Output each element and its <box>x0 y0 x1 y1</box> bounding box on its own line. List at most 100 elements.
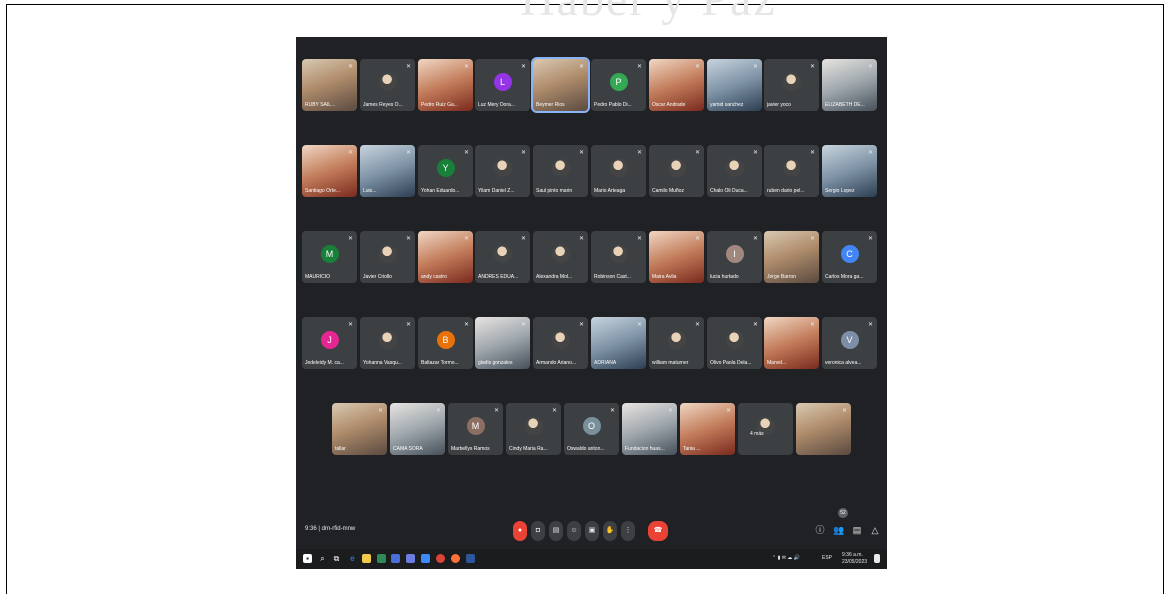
participant-count-badge: 52 <box>838 508 848 518</box>
mic-muted-icon: ✕ <box>809 64 815 70</box>
store-icon[interactable] <box>406 554 415 563</box>
participant-avatar <box>551 158 570 177</box>
chat-icon[interactable]: ▤ <box>851 523 863 537</box>
participant-initial-avatar: C <box>840 244 859 263</box>
participant-name: ADRIANA <box>594 360 617 366</box>
participant-tile[interactable]: ✕ Beymer Rios <box>531 57 590 113</box>
participant-tile[interactable]: ✕ Jorge Barron <box>764 231 819 283</box>
participant-tile[interactable]: B ✕ Baltazar Tormo... <box>418 317 473 369</box>
participant-tile[interactable]: Y ✕ Yohan Eduardo... <box>418 145 473 197</box>
participant-tile[interactable]: ✕ Camilo Muñoz <box>649 145 704 197</box>
participant-tile[interactable]: V ✕ veronica alvea... <box>822 317 877 369</box>
participant-tile[interactable]: 4 más <box>738 403 793 455</box>
participant-tile[interactable]: ✕ Alexandra Mol... <box>533 231 588 283</box>
emoji-button[interactable]: ☺ <box>567 521 581 541</box>
participant-tile[interactable]: ✕ Marvel... <box>764 317 819 369</box>
participant-tile[interactable]: ✕ javier yoco <box>764 59 819 111</box>
notifications-icon[interactable] <box>874 554 880 563</box>
participant-tile[interactable]: l ✕ lucia hurtado <box>707 231 762 283</box>
participant-avatar <box>493 244 512 263</box>
outlook-icon[interactable] <box>466 554 475 563</box>
participant-tile[interactable]: ✕ ADRIANA <box>591 317 646 369</box>
captions-button[interactable]: ▤ <box>549 521 563 541</box>
participant-tile[interactable]: ✕ yamid sanchez <box>707 59 762 111</box>
participant-tile[interactable]: ✕ Santiago Orte... <box>302 145 357 197</box>
windows-taskbar: ▪ ⌕ ⧉ e ⌃ ▮ ✉ ☁ 🔊 ESP 9:36 a.m. 23/05/20… <box>296 549 887 569</box>
participant-tile[interactable]: ✕ RUBY SAIL... <box>302 59 357 111</box>
participant-tile[interactable]: ✕ Tania ... <box>680 403 735 455</box>
participant-tile[interactable]: ✕ James Reyes O... <box>360 59 415 111</box>
mic-muted-icon: ✕ <box>377 408 383 414</box>
participant-tile[interactable]: ✕ Fundacion huas... <box>622 403 677 455</box>
mic-muted-icon: ✕ <box>551 408 557 414</box>
participant-tile[interactable]: ✕ gladis gonzales <box>475 317 530 369</box>
participant-tile[interactable]: ✕ Mario Arteaga <box>591 145 646 197</box>
mic-muted-icon: ✕ <box>347 322 353 328</box>
mic-muted-icon: ✕ <box>405 64 411 70</box>
more-options-button[interactable]: ⋮ <box>621 521 635 541</box>
participant-tile[interactable]: C ✕ Carlos Mora ga... <box>822 231 877 283</box>
windows-start-icon[interactable]: ▪ <box>303 554 312 563</box>
participant-tile[interactable]: ✕ Cindy Maria Ra... <box>506 403 561 455</box>
participant-name: yamid sanchez <box>710 102 744 108</box>
app-icon[interactable] <box>421 554 430 563</box>
participant-tile[interactable]: M ✕ Marbellys Ramos <box>448 403 503 455</box>
mic-muted-icon: ✕ <box>752 236 758 242</box>
camera-button[interactable]: ◘ <box>531 521 545 541</box>
chrome-icon[interactable] <box>436 554 445 563</box>
mic-muted-icon: ✕ <box>667 408 673 414</box>
participant-tile[interactable]: ✕ Robinson Cast... <box>591 231 646 283</box>
participant-name: Saul pinto marin <box>536 188 573 194</box>
leave-call-button[interactable]: ☎ <box>648 521 668 541</box>
raise-hand-button[interactable]: ✋ <box>603 521 617 541</box>
participant-tile[interactable]: ✕ Oscar Andrade <box>649 59 704 111</box>
info-icon[interactable]: ⓘ <box>814 523 826 537</box>
participant-tile[interactable]: M ✕ MAURICIO <box>302 231 357 283</box>
participant-tile[interactable]: ✕ Javier Criollo <box>360 231 415 283</box>
participant-tile[interactable]: ✕ CAMA SORA <box>390 403 445 455</box>
participant-tile[interactable]: ✕ andy castro <box>418 231 473 283</box>
participant-initial-avatar: M <box>320 244 339 263</box>
firefox-icon[interactable] <box>451 554 460 563</box>
participant-tile[interactable]: L ✕ Luz Mery Dora... <box>475 59 530 111</box>
participant-name: Jedeleidy M. ca... <box>305 360 344 366</box>
participant-tile[interactable]: ✕ Olivo Paola Dela... <box>707 317 762 369</box>
participant-tile[interactable]: ✕ ELIZABETH DE... <box>822 59 877 111</box>
participant-tile[interactable]: P ✕ Pedro Pablo Di... <box>591 59 646 111</box>
search-icon[interactable]: ⌕ <box>318 554 327 563</box>
file-explorer-icon[interactable] <box>362 554 371 563</box>
participant-tile[interactable]: ✕ Sergio Lopez <box>822 145 877 197</box>
activities-icon[interactable]: △ <box>869 523 881 537</box>
tray-icons[interactable]: ⌃ ▮ ✉ ☁ 🔊 <box>772 555 800 562</box>
task-view-icon[interactable]: ⧉ <box>332 554 341 563</box>
word-icon[interactable] <box>391 554 400 563</box>
mic-muted-icon: ✕ <box>347 236 353 242</box>
mic-off-button[interactable]: ● <box>513 521 527 541</box>
excel-icon[interactable] <box>377 554 386 563</box>
participant-name: Luz Mery Dora... <box>478 102 515 108</box>
participant-tile[interactable]: ✕ tallar <box>332 403 387 455</box>
participant-tile[interactable]: ✕ Chalo Oli Duca... <box>707 145 762 197</box>
mic-muted-icon: ✕ <box>493 408 499 414</box>
participant-tile[interactable]: ✕ Yilam Daniel Z... <box>475 145 530 197</box>
participant-tile[interactable]: O ✕ Oswaldo anton... <box>564 403 619 455</box>
present-button[interactable]: ▣ <box>585 521 599 541</box>
mic-muted-icon: ✕ <box>463 322 469 328</box>
participant-tile[interactable]: ✕ william maturner <box>649 317 704 369</box>
meeting-time: 9:36 <box>305 526 317 532</box>
participant-tile[interactable]: ✕ Armando Ariano... <box>533 317 588 369</box>
participant-initial-avatar: M <box>466 416 485 435</box>
participant-tile[interactable]: ✕ Luis... <box>360 145 415 197</box>
edge-icon[interactable]: e <box>348 554 357 563</box>
participant-tile[interactable]: ✕ ruben dario pel... <box>764 145 819 197</box>
participant-tile[interactable]: ✕ Pedro Ruiz Ga... <box>418 59 473 111</box>
participant-tile[interactable]: J ✕ Jedeleidy M. ca... <box>302 317 357 369</box>
participant-tile[interactable]: ✕ <box>796 403 851 455</box>
participant-avatar <box>493 158 512 177</box>
participant-tile[interactable]: ✕ Maira Avila <box>649 231 704 283</box>
participant-tile[interactable]: ✕ Saul pinto marin <box>533 145 588 197</box>
people-icon[interactable]: 👥 <box>833 523 845 537</box>
mic-muted-icon: ✕ <box>463 64 469 70</box>
participant-tile[interactable]: ✕ Yohanna Vasqu... <box>360 317 415 369</box>
participant-tile[interactable]: ✕ ANDRES EDUA... <box>475 231 530 283</box>
